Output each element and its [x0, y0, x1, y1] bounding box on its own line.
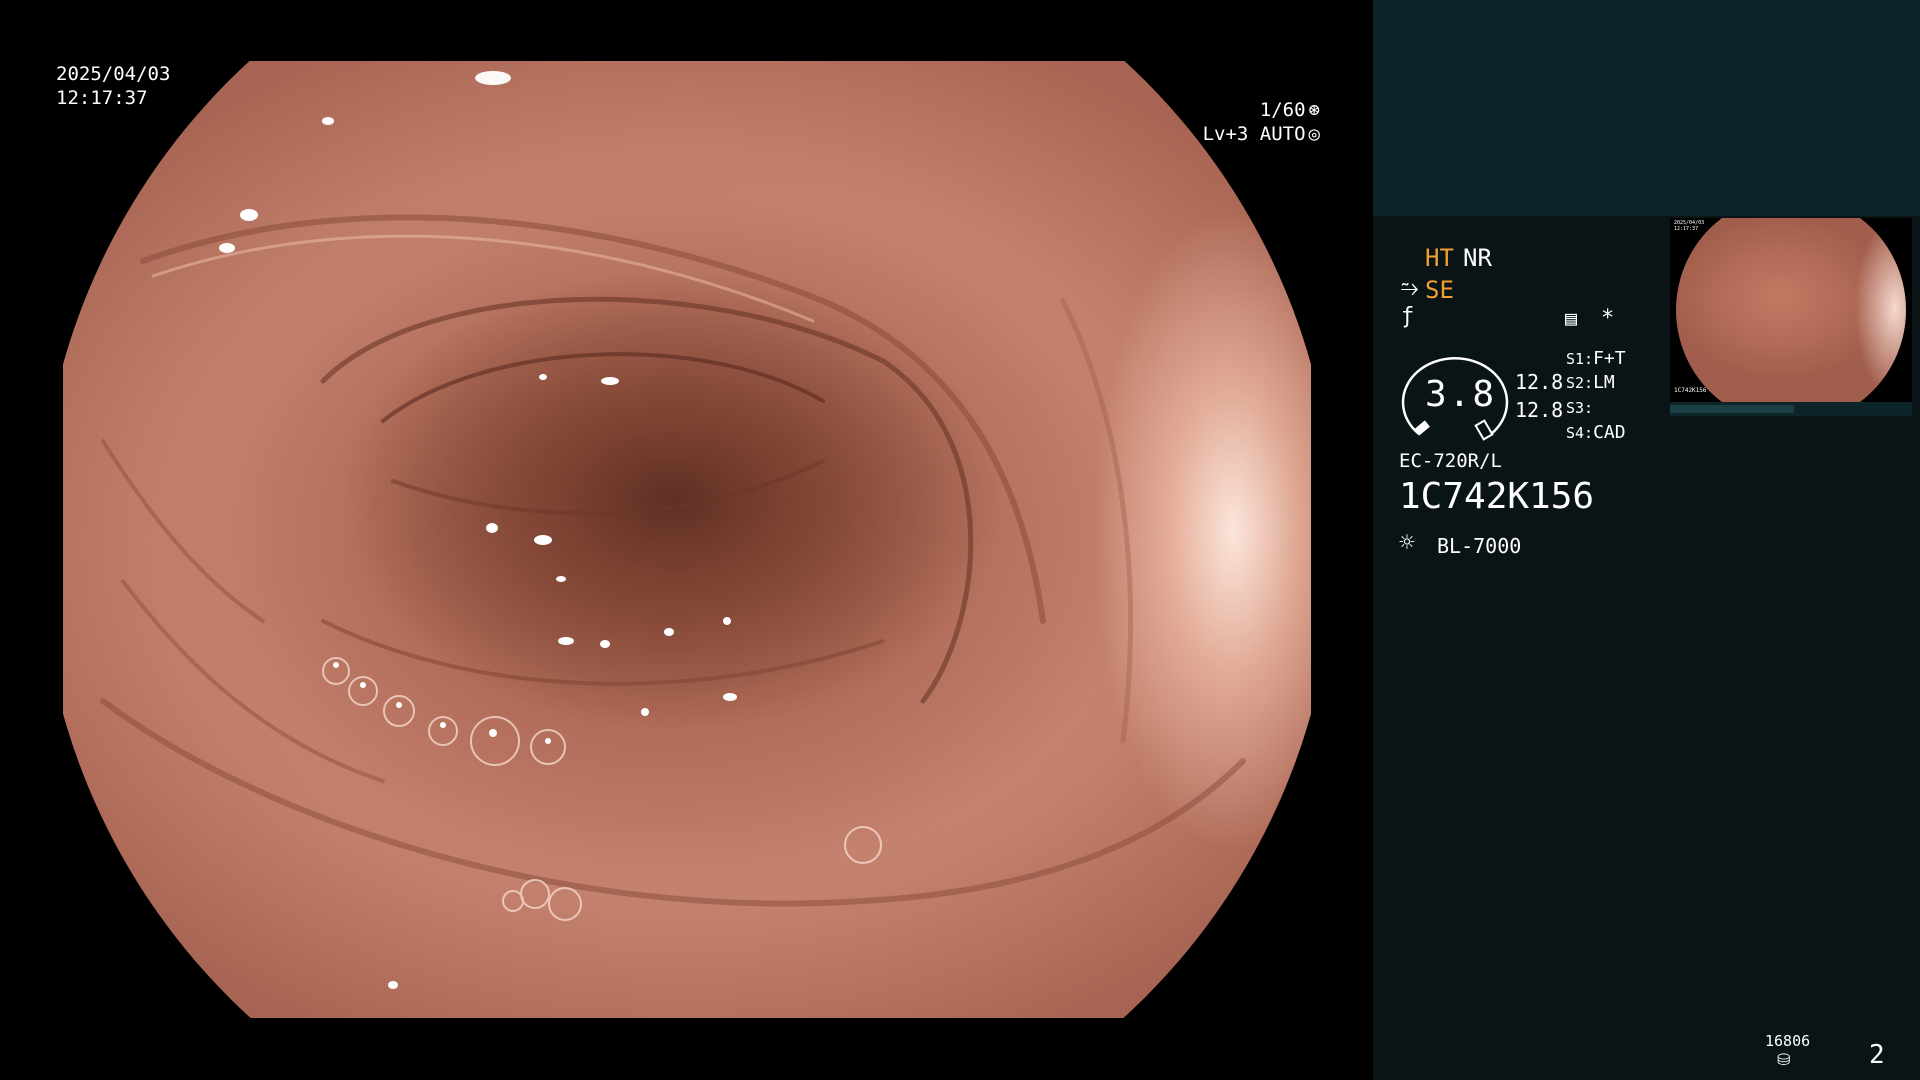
image-count: 16806: [1765, 1032, 1811, 1050]
nr-indicator: NR: [1463, 244, 1492, 272]
scope-model: EC-720R/L: [1399, 450, 1502, 472]
page-number: 2: [1869, 1040, 1885, 1070]
star-indicator: *: [1601, 306, 1615, 331]
auto-iris-icon: ◎: [1308, 123, 1320, 145]
thumbnail-bar: [1670, 402, 1912, 416]
structure-enhance-icon: ⥲: [1401, 276, 1419, 301]
switch-s2: S2:LM: [1566, 372, 1615, 393]
exposure-info: 1/60 ⊛ Lv+3 AUTO ◎: [1160, 98, 1320, 146]
memo-icon: ▤: [1565, 306, 1578, 330]
switch-key: S2:: [1566, 374, 1594, 392]
switch-value: CAD: [1593, 422, 1626, 443]
switch-s1: S1:F+T: [1566, 348, 1626, 369]
switch-s4: S4:CAD: [1566, 422, 1626, 443]
shutter-text: 1/60: [1259, 99, 1306, 121]
storage-icon: ⛁: [1777, 1050, 1791, 1069]
aperture-icon: ⊛: [1308, 99, 1320, 121]
level-text: Lv+3: [1202, 123, 1249, 145]
thumbnail-time: 12:17:37: [1674, 226, 1699, 232]
datetime: 2025/04/03 12:17:37: [56, 62, 170, 110]
switch-value: LM: [1593, 372, 1615, 393]
thumbnail-serial: 1C742K156: [1674, 387, 1707, 394]
light-source-icon: ☼: [1399, 528, 1415, 558]
panel-header-area: [1373, 0, 1920, 216]
time-text: 12:17:37: [56, 87, 148, 109]
value-2: 12.8: [1515, 398, 1564, 422]
mode-text: AUTO: [1259, 123, 1306, 145]
thumbnail-datetime: 2025/04/03 12:17:37: [1674, 220, 1704, 232]
value-1: 12.8: [1515, 370, 1564, 394]
switch-key: S3:: [1566, 399, 1594, 417]
date-text: 2025/04/03: [56, 63, 171, 85]
freeze-icon: ƒ: [1401, 304, 1415, 329]
switch-key: S1:: [1566, 350, 1594, 368]
switch-value: F+T: [1593, 348, 1626, 369]
thumbnail-image: [1676, 218, 1906, 402]
thumbnail-preview[interactable]: 2025/04/03 12:17:37 1C742K156: [1670, 218, 1912, 402]
ht-indicator: HT: [1425, 244, 1454, 272]
se-indicator: SE: [1425, 276, 1454, 304]
mucosa-folds: [100, 71, 1246, 989]
light-source: BL-7000: [1437, 534, 1522, 558]
info-panel: HT NR ⥲ SE ƒ ▤ * 3.8 12.8 12.8 S1:F+T S2…: [1373, 0, 1920, 1080]
endoscope-view: [63, 61, 1311, 1018]
thumbnail-progress: [1670, 405, 1794, 413]
switch-key: S4:: [1566, 424, 1594, 442]
scope-serial: 1C742K156: [1399, 476, 1595, 517]
zoom-value: 3.8: [1425, 374, 1497, 415]
switch-s3: S3:: [1566, 397, 1593, 418]
